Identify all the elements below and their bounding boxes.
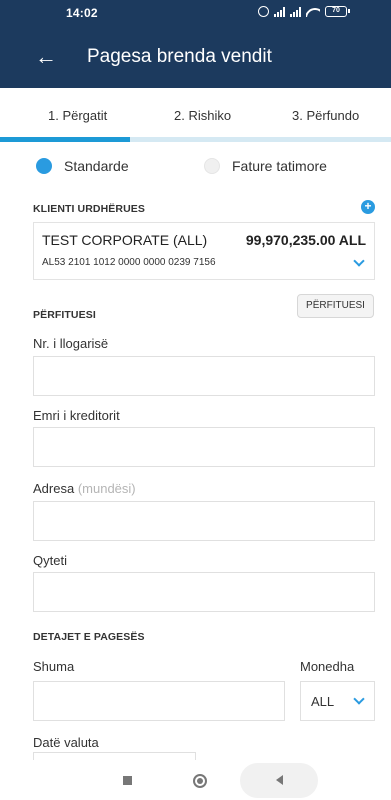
- amount-input[interactable]: [33, 681, 285, 721]
- alarm-icon: [258, 6, 269, 17]
- client-balance: 99,970,235.00 ALL: [245, 232, 366, 248]
- creditor-name-label: Emri i kreditorit: [33, 408, 120, 423]
- ordering-client-selector[interactable]: TEST CORPORATE (ALL) 99,970,235.00 ALL A…: [33, 222, 375, 280]
- radio-selected-icon: [36, 158, 52, 174]
- creditor-name-input[interactable]: [33, 427, 375, 467]
- account-number-input[interactable]: [33, 356, 375, 396]
- value-date-label: Datë valuta: [33, 735, 99, 750]
- payment-details-heading: DETAJET E PAGESËS: [33, 631, 145, 643]
- address-input[interactable]: [33, 501, 375, 541]
- recent-apps-icon[interactable]: [123, 776, 132, 785]
- radio-tax-invoice-label: Fature tatimore: [232, 158, 327, 174]
- step-progress-bar: [0, 137, 391, 142]
- step-progress-fill: [0, 137, 131, 142]
- nav-back-button[interactable]: [240, 763, 318, 798]
- client-iban: AL53 2101 1012 0000 0000 0239 7156: [42, 257, 216, 268]
- back-arrow-icon[interactable]: ←: [35, 43, 57, 71]
- battery-icon: 70: [325, 6, 350, 17]
- step-review: 2. Rishiko: [174, 108, 232, 123]
- payment-type-group: Standarde Fature tatimore: [0, 150, 391, 182]
- beneficiary-heading: PËRFITUESI: [33, 309, 96, 321]
- currency-select[interactable]: ALL: [300, 681, 375, 721]
- step-prepare: 1. Përgatit: [48, 108, 108, 123]
- radio-unselected-icon: [204, 158, 220, 174]
- chevron-down-icon: [353, 693, 365, 705]
- page-title: Pagesa brenda vendit: [87, 46, 272, 67]
- system-nav-bar: [0, 760, 391, 800]
- step-finish: 3. Përfundo: [292, 108, 360, 123]
- amount-label: Shuma: [33, 659, 75, 674]
- currency-value: ALL: [311, 694, 335, 709]
- currency-label: Monedha: [300, 659, 355, 674]
- account-number-label: Nr. i llogarisë: [33, 336, 109, 351]
- add-client-icon[interactable]: +: [361, 200, 375, 214]
- home-icon[interactable]: [193, 774, 207, 788]
- back-triangle-icon: [276, 775, 283, 785]
- signal-icon: [274, 6, 285, 17]
- radio-standard-label: Standarde: [64, 158, 129, 174]
- app-bar: ← Pagesa brenda vendit: [0, 28, 391, 88]
- radio-standard[interactable]: Standarde: [36, 158, 129, 174]
- city-input[interactable]: [33, 572, 375, 612]
- select-beneficiary-button[interactable]: PËRFITUESI: [297, 294, 374, 318]
- stepper: 1. Përgatit 2. Rishiko 3. Përfundo: [0, 88, 391, 142]
- chevron-down-icon: [353, 255, 365, 267]
- status-bar: 14:02 70: [0, 0, 391, 28]
- ordering-client-heading: KLIENTI URDHËRUES: [33, 203, 145, 215]
- wifi-icon: [306, 7, 320, 17]
- status-icons: 70: [258, 6, 350, 17]
- address-label-text: Adresa: [33, 481, 75, 496]
- city-label: Qyteti: [33, 553, 67, 568]
- radio-tax-invoice[interactable]: Fature tatimore: [204, 158, 327, 174]
- client-name: TEST CORPORATE (ALL): [42, 232, 208, 248]
- status-time: 14:02: [66, 6, 98, 20]
- address-optional-hint: (mundësi): [77, 481, 136, 496]
- address-label: Adresa (mundësi): [33, 481, 136, 496]
- signal-icon-2: [290, 6, 301, 17]
